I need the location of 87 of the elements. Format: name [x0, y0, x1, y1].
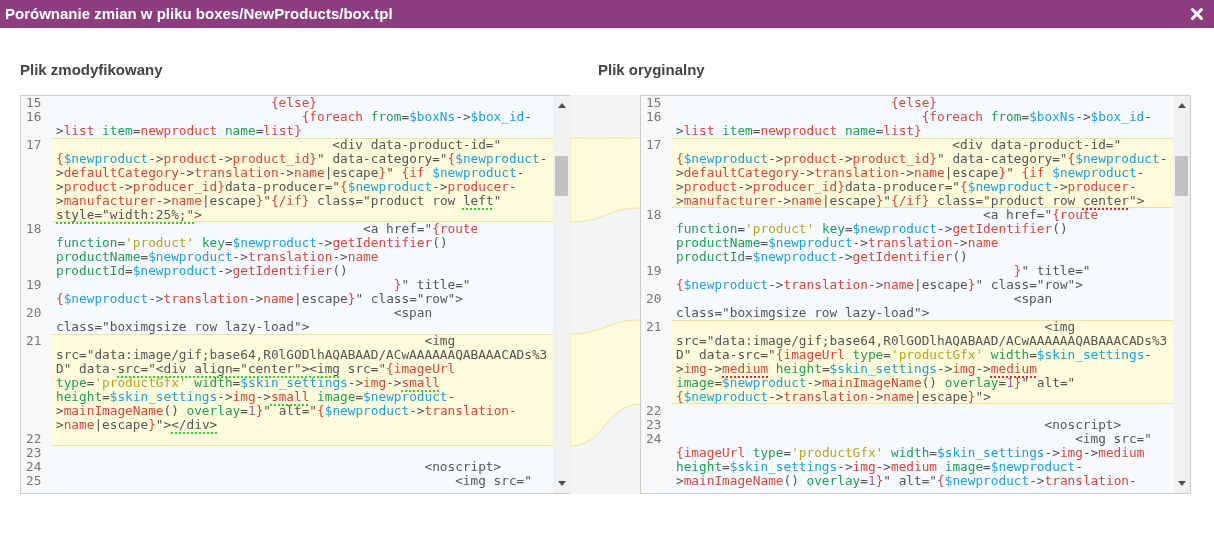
code-line: >list item=newproduct name=list}	[56, 124, 303, 138]
code-line: <img src="	[455, 474, 532, 488]
pane-heading: Plik oryginalny	[598, 61, 705, 78]
line-number: 25	[26, 473, 42, 488]
line-number: 20	[646, 291, 662, 306]
line-number: 21	[646, 319, 662, 334]
code-line: >list item=newproduct name=list}	[676, 124, 923, 138]
code-line: productName=$newproduct->translation->name	[56, 250, 379, 264]
line-number: 15	[646, 96, 662, 110]
code-line: <img	[423, 334, 457, 348]
scrollbar[interactable]	[1173, 96, 1190, 493]
code-line: <noscript>	[423, 460, 502, 474]
code-line: {$newproduct->translation->name|escape}" class="row">	[56, 292, 464, 306]
code-line: {else}	[269, 96, 317, 110]
code-line: <a href="{route	[362, 222, 479, 236]
code-line: type='productGfx' width=$skin_settings->img->small	[56, 376, 440, 390]
code-line: {imageUrl type='productGfx' width=$skin_settings->img->medium	[676, 446, 1146, 460]
code-line: function='product' key=$newproduct->getIdentifier()	[676, 222, 1069, 236]
code-line: >manufacturer->name|escape}"{/if} class="product row center">	[676, 194, 1146, 208]
code-line: height=$skin_settings->img->small image=$newproduct-	[56, 390, 457, 404]
code-line: function='product' key=$newproduct->getIdentifier()	[56, 236, 449, 250]
line-number: 22	[646, 403, 662, 418]
line-number: 23	[646, 417, 662, 432]
code-line: >mainImageName() overlay=1}" alt="{$newproduct->translation-	[676, 474, 1138, 488]
line-number: 20	[26, 305, 42, 320]
window-title: Porównanie zmian w pliku boxes/NewProducts/box.tpl	[5, 3, 393, 24]
code-line: src="data:image/gif;base64,R0lGODlhAQABAAD/ACwAAAAAAQABAAACADs%3	[56, 348, 548, 362]
code-line: >mainImageName() overlay=1}" alt="{$newproduct->translation-	[56, 404, 518, 418]
close-button[interactable]	[1188, 5, 1206, 23]
code-line: >product->producer_id}data-producer="{$newproduct->producer-	[56, 180, 518, 194]
pane-heading: Plik zmodyfikowany	[20, 61, 163, 78]
code-line: >defaultCategory->translation->name|escape}" {if $newproduct-	[56, 166, 525, 180]
code-line: <div data-product-id="	[951, 138, 1123, 152]
line-number: 23	[26, 445, 42, 460]
code-line: height=$skin_settings->img->medium image=$newproduct-	[676, 460, 1084, 474]
code-line: >img->medium height=$skin_settings->img->medium	[676, 362, 1037, 376]
code-line: image=$newproduct->mainImageName() overlay=1}" alt="	[676, 376, 1077, 390]
code-line: D" data-src="<div align="center"><img src="{imageUrl	[56, 362, 456, 376]
line-number: 24	[646, 431, 662, 446]
code-line: {else}	[889, 96, 937, 110]
code-line: productId=$newproduct->getIdentifier()	[56, 264, 349, 278]
line-number: 22	[26, 431, 42, 446]
code-line: {$newproduct->translation->name|escape}" class="row">	[676, 278, 1084, 292]
code-line: <span	[392, 306, 433, 320]
code-line: class="boximgsize row lazy-load">	[676, 306, 931, 320]
code-line: <span	[1012, 292, 1053, 306]
scrollbar[interactable]	[553, 96, 570, 493]
code-line: >product->producer_id}data-producer="{$newproduct->producer-	[676, 180, 1138, 194]
close-icon	[1188, 5, 1206, 23]
line-number: 15	[26, 96, 42, 110]
code-line: class="boximgsize row lazy-load">	[56, 320, 311, 334]
code-line: <img	[1043, 320, 1077, 334]
code-line: }" title="	[392, 278, 471, 292]
line-number: 17	[646, 137, 662, 152]
code-line: }" title="	[1012, 264, 1091, 278]
code-line: <noscript>	[1043, 418, 1122, 432]
code-line: <div data-product-id="	[331, 138, 503, 152]
line-number: 18	[26, 221, 42, 236]
code-line: productId=$newproduct->getIdentifier()	[676, 250, 969, 264]
code-line: {$newproduct->product->product_id}" data-category="{$newproduct-	[56, 152, 548, 166]
scroll-down-arrow-icon[interactable]	[1177, 481, 1186, 486]
scrollbar-thumb[interactable]	[1175, 156, 1188, 196]
line-number: 17	[26, 137, 42, 152]
code-line: >defaultCategory->translation->name|escape}" {if $newproduct-	[676, 166, 1145, 180]
scrollbar-thumb[interactable]	[555, 156, 568, 196]
code-line: productName=$newproduct->translation->name	[676, 236, 999, 250]
code-line: <img src="	[1075, 432, 1152, 446]
code-line: {$newproduct->translation->name|escape}">	[676, 390, 991, 404]
code-line: style="width:25%;">	[56, 208, 203, 222]
code-line: >name|escape}"></div>	[56, 418, 218, 432]
line-number: 24	[26, 459, 42, 474]
line-number: 19	[646, 263, 662, 278]
code-line: >manufacturer->name|escape}"{/if} class="product row left"	[56, 194, 502, 208]
code-line: <a href="{route	[983, 208, 1099, 222]
code-line: D" data-src="{imageUrl type='productGfx' width=$skin_settings-	[676, 348, 1152, 362]
line-number: 21	[26, 333, 42, 348]
line-number: 19	[26, 277, 42, 292]
code-line: {$newproduct->product->product_id}" data-category="{$newproduct-	[676, 152, 1168, 166]
line-number: 16	[646, 109, 662, 124]
scroll-down-arrow-icon[interactable]	[557, 481, 566, 486]
scroll-up-arrow-icon[interactable]	[1177, 103, 1186, 108]
scroll-up-arrow-icon[interactable]	[557, 103, 566, 108]
line-number: 16	[26, 109, 42, 124]
code-line: {foreach from=$boxNs->$box_id-	[921, 110, 1152, 124]
code-line: src="data:image/gif;base64,R0lGODlhAQABAAD/ACwAAAAAAQABAAACADs%3	[676, 334, 1168, 348]
line-number: 18	[646, 207, 662, 222]
code-line: {foreach from=$boxNs->$box_id-	[301, 110, 532, 124]
